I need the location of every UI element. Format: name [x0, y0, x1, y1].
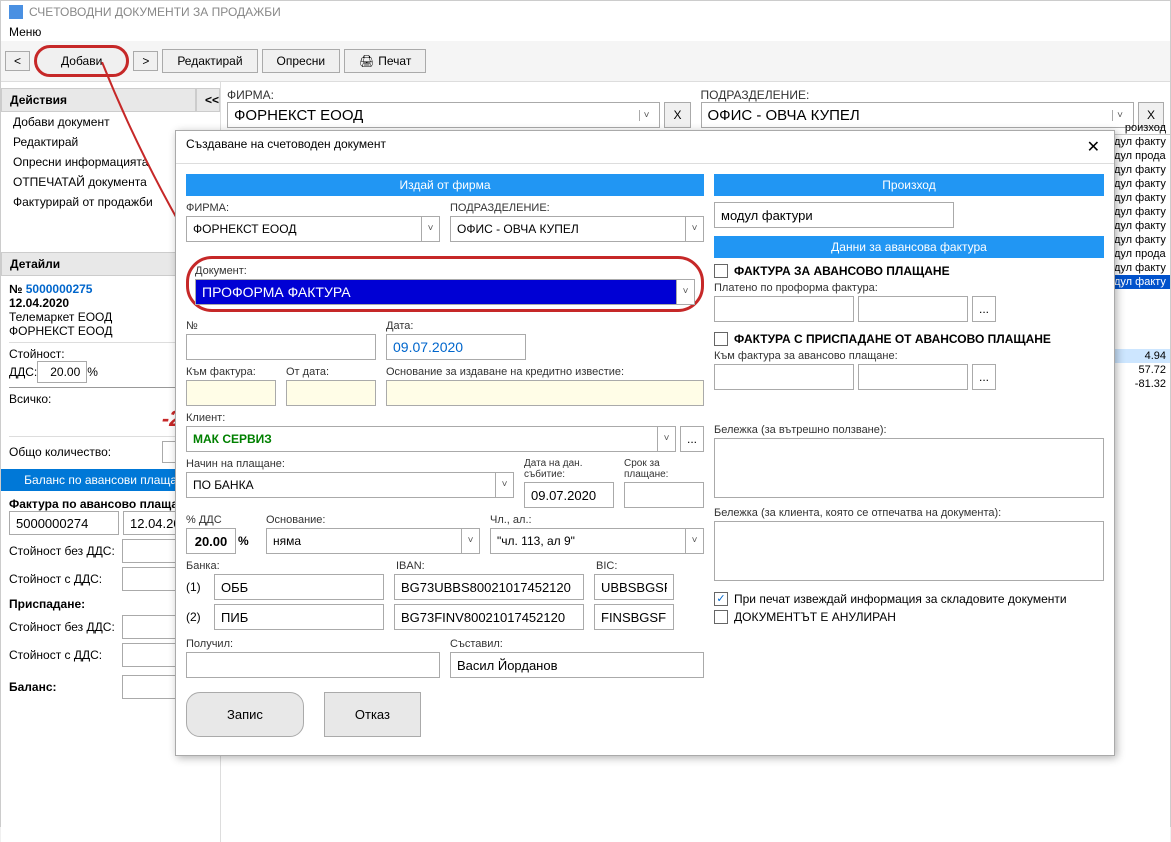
toolbar: < Добави > Редактирай Опресни 🖨 Печат [1, 41, 1170, 82]
deduct-checkbox-row[interactable]: ФАКТУРА С ПРИСПАДАНЕ ОТ АВАНСОВО ПЛАЩАНЕ [714, 332, 1104, 346]
proforma-browse-button[interactable]: ... [972, 296, 996, 322]
printer-icon: 🖨 [359, 54, 374, 68]
document-type-select[interactable]: ПРОФОРМА ФАКТУРА ˅ [195, 279, 695, 305]
division-label: ПОДРАЗДЕЛЕНИЕ: [701, 88, 1165, 102]
nav-next-button[interactable]: > [133, 51, 158, 71]
modal-division-select[interactable]: ОФИС - ОВЧА КУПЕЛ ˅ [450, 216, 704, 242]
received-input[interactable] [186, 652, 440, 678]
chevron-down-icon: ˅ [495, 473, 513, 497]
chevron-down-icon: ˅ [461, 529, 479, 553]
bank2-name-input[interactable] [214, 604, 384, 630]
client-browse-button[interactable]: ... [680, 426, 704, 452]
credit-basis-input[interactable] [386, 380, 704, 406]
advance-label: Фактура по авансово плаща [9, 497, 178, 511]
num-label: № [9, 282, 22, 296]
print-storage-checkbox[interactable]: ✓ При печат извеждай информация за склад… [714, 592, 1104, 606]
modal-left-panel: Издай от фирма ФИРМА: ФОРНЕКСТ ЕООД ˅ ПО… [186, 174, 704, 745]
firma-clear-button[interactable]: X [664, 102, 690, 128]
modal-right-panel: Произход Данни за авансова фактура ФАКТУ… [714, 174, 1104, 745]
menu-bar[interactable]: Меню [1, 23, 1170, 41]
note-client-input[interactable] [714, 521, 1104, 581]
modal-firma-select[interactable]: ФОРНЕКСТ ЕООД ˅ [186, 216, 440, 242]
print-button[interactable]: 🖨 Печат [344, 49, 426, 73]
checkbox-icon[interactable] [714, 610, 728, 624]
payment-select[interactable]: ПО БАНКА ˅ [186, 472, 514, 498]
cancelled-checkbox[interactable]: ДОКУМЕНТЪТ Е АНУЛИРАН [714, 610, 1104, 624]
from-date-input[interactable] [286, 380, 376, 406]
collapse-button[interactable]: << [196, 88, 220, 112]
advance-ref-num-input[interactable] [714, 364, 854, 390]
chevron-down-icon: ˅ [421, 217, 439, 241]
actions-header: Действия [1, 88, 196, 112]
modal-close-button[interactable]: ✕ [1083, 137, 1104, 157]
advance-checkbox-row[interactable]: ФАКТУРА ЗА АВАНСОВО ПЛАЩАНЕ [714, 264, 1104, 278]
iban2-input[interactable] [394, 604, 584, 630]
chevron-down-icon: ˅ [685, 529, 703, 553]
to-invoice-input[interactable] [186, 380, 276, 406]
compiled-input[interactable] [450, 652, 704, 678]
firma-select[interactable]: ФОРНЕКСТ ЕООД ˅ [227, 102, 660, 128]
chevron-down-icon: ˅ [676, 280, 694, 304]
chevron-down-icon: ˅ [1112, 110, 1127, 121]
modal-title-bar: Създаване на счетоводен документ ✕ [176, 131, 1114, 164]
cancel-button[interactable]: Отказ [324, 692, 421, 737]
add-button[interactable]: Добави [34, 45, 129, 77]
modal-title: Създаване на счетоводен документ [186, 137, 386, 157]
app-icon [9, 5, 23, 19]
qty-label: Общо количество: [9, 445, 111, 459]
bic1-input[interactable] [594, 574, 674, 600]
chevron-down-icon: ˅ [639, 110, 654, 121]
doc-number-input[interactable] [186, 334, 376, 360]
note-internal-input[interactable] [714, 438, 1104, 498]
checkbox-icon[interactable] [714, 332, 728, 346]
origin-column: роизход дул факту дул прода дул факту ду… [1110, 122, 1170, 391]
doc-date-input[interactable] [386, 334, 526, 360]
bic2-input[interactable] [594, 604, 674, 630]
nav-prev-button[interactable]: < [5, 51, 30, 71]
division-select[interactable]: ОФИС - ОВЧА КУПЕЛ ˅ [701, 102, 1134, 128]
checkbox-icon[interactable]: ✓ [714, 592, 728, 606]
dds-percent: 20.00 [37, 361, 87, 383]
doc-date: 12.04.2020 [9, 296, 69, 310]
advance-num-input[interactable] [9, 511, 119, 535]
tax-date-input[interactable] [524, 482, 614, 508]
checkbox-icon[interactable] [714, 264, 728, 278]
refresh-button[interactable]: Опресни [262, 49, 341, 73]
chevron-down-icon: ˅ [685, 217, 703, 241]
advance-ref-browse-button[interactable]: ... [972, 364, 996, 390]
save-button[interactable]: Запис [186, 692, 304, 737]
pay-term-input[interactable] [624, 482, 704, 508]
title-bar: СЧЕТОВОДНИ ДОКУМЕНТИ ЗА ПРОДАЖБИ [1, 1, 1170, 23]
window-title: СЧЕТОВОДНИ ДОКУМЕНТИ ЗА ПРОДАЖБИ [29, 5, 281, 19]
issue-from-header: Издай от фирма [186, 174, 704, 196]
create-document-modal: Създаване на счетоводен документ ✕ Издай… [175, 130, 1115, 756]
document-type-group: Документ: ПРОФОРМА ФАКТУРА ˅ [186, 256, 704, 312]
modal-footer: Запис Отказ [186, 684, 704, 745]
client-select[interactable]: МАК СЕРВИЗ ˅ [186, 426, 676, 452]
iban1-input[interactable] [394, 574, 584, 600]
bank1-name-input[interactable] [214, 574, 384, 600]
proforma-val-input[interactable] [858, 296, 968, 322]
dds-label: ДДС: [9, 365, 37, 379]
advance-ref-val-input[interactable] [858, 364, 968, 390]
firma-label: ФИРМА: [227, 88, 691, 102]
origin-header: Произход [714, 174, 1104, 196]
value-label: Стойност: [9, 347, 65, 361]
article-select[interactable]: "чл. 113, ал 9" ˅ [490, 528, 704, 554]
chevron-down-icon: ˅ [657, 427, 675, 451]
total-label: Всичко: [9, 392, 51, 406]
sidebar-add-doc[interactable]: Добави документ [1, 112, 220, 132]
origin-input[interactable] [714, 202, 954, 228]
doc-number: 5000000275 [26, 282, 93, 296]
dds-percent-input[interactable] [186, 528, 236, 554]
edit-button[interactable]: Редактирай [162, 49, 257, 73]
basis-select[interactable]: няма ˅ [266, 528, 480, 554]
proforma-num-input[interactable] [714, 296, 854, 322]
advance-data-header: Данни за авансова фактура [714, 236, 1104, 258]
